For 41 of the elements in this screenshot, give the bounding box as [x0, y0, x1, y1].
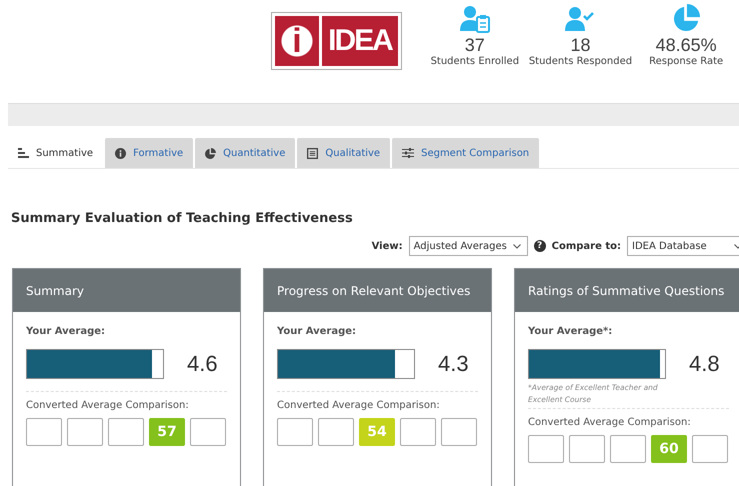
average-score: 4.8 — [689, 351, 720, 377]
comparison-label: Converted Average Comparison: — [528, 417, 692, 428]
help-icon[interactable]: ? — [534, 240, 546, 252]
stat-value: 37 — [464, 34, 485, 56]
average-score: 4.3 — [438, 351, 469, 377]
compare-label: Compare to: — [552, 240, 621, 252]
bars-icon — [18, 148, 29, 158]
card-title: Summary — [26, 284, 84, 298]
person-clipboard-icon — [460, 4, 490, 34]
logo-glyph: i — [275, 16, 319, 66]
card-title: Progress on Relevant Objectives — [277, 284, 470, 298]
comparison-label: Converted Average Comparison: — [26, 400, 190, 411]
view-dropdown[interactable]: Adjusted Averages — [408, 236, 528, 256]
tab[interactable]: Qualitative — [297, 138, 390, 168]
average-label: Your Average: — [277, 326, 358, 337]
comparison-score: 54 — [359, 418, 395, 446]
section-title: Summary Evaluation of Teaching Effectiveness — [11, 211, 354, 226]
comparison-score: 57 — [149, 418, 185, 446]
chevron-icon — [512, 244, 521, 248]
stat-label: Response Rate — [649, 56, 724, 67]
sliders-icon — [402, 148, 414, 158]
tab[interactable]: Formative — [105, 138, 194, 168]
card-title: Ratings of Summative Questions — [528, 284, 724, 298]
tab[interactable]: Segment Comparison — [392, 138, 540, 168]
pie-chart-icon — [205, 148, 216, 158]
info-icon — [115, 148, 126, 158]
document-icon — [307, 148, 318, 158]
stat-label: Students Enrolled — [430, 56, 520, 67]
comparison-score: 60 — [651, 435, 687, 463]
view-label: View: — [372, 240, 403, 252]
stat-label: Students Responded — [528, 56, 632, 67]
average-score: 4.6 — [187, 351, 218, 377]
logo-text: IDEA — [322, 16, 398, 66]
tab[interactable]: Quantitative — [195, 138, 296, 168]
stat-value: 48.65% — [656, 34, 717, 56]
compare-dropdown[interactable]: IDEA Database — [627, 236, 739, 256]
average-label: Your Average*: — [528, 326, 614, 337]
comparison-label: Converted Average Comparison: — [277, 400, 441, 411]
stat-value: 18 — [570, 34, 590, 56]
person-check-icon — [565, 4, 596, 34]
average-label: Your Average: — [26, 326, 106, 337]
